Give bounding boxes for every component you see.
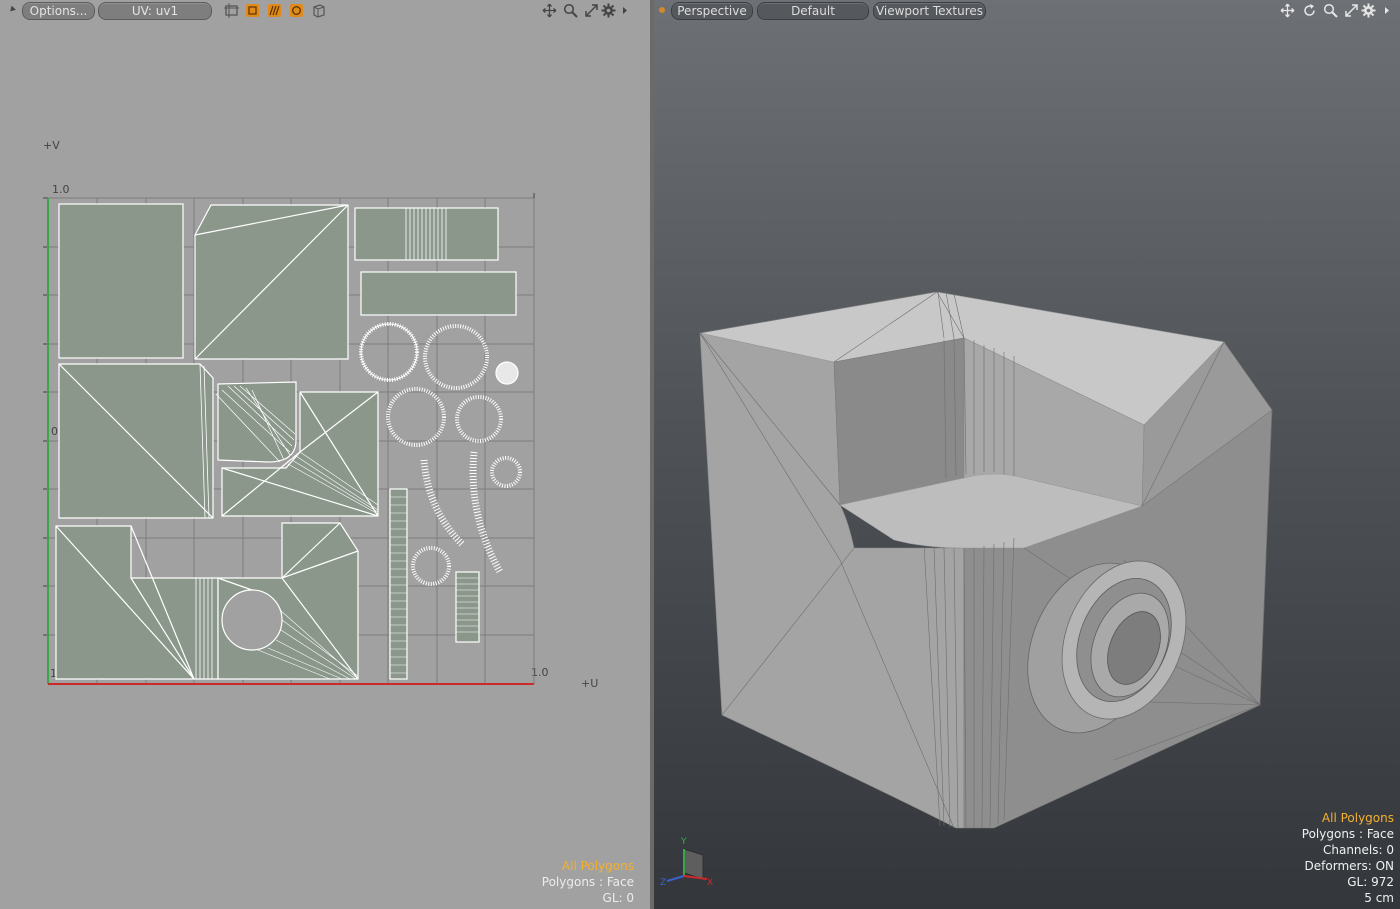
- gizmo-y-label: Y: [680, 837, 687, 847]
- deformers-text: Deformers: ON: [1304, 859, 1394, 873]
- uv-island-curve[interactable]: [215, 381, 297, 463]
- axis-gizmo: Y Z X: [659, 835, 719, 895]
- uv-island-bottom-right[interactable]: [217, 522, 359, 680]
- scale-text: 5 cm: [1364, 891, 1394, 905]
- uv-island-top-left[interactable]: [58, 203, 184, 359]
- model-mesh[interactable]: [654, 0, 1400, 909]
- uv-island-top-quad[interactable]: [194, 204, 349, 360]
- uv-island-strip-long[interactable]: [360, 271, 517, 316]
- uv-strip-short[interactable]: [455, 571, 480, 643]
- uv-strip-vertical[interactable]: [389, 488, 408, 680]
- selection-text: All Polygons: [1321, 811, 1394, 825]
- gl-text: GL: 972: [1347, 875, 1394, 889]
- uv-info-overlay: All Polygons Polygons : Face GL: 0: [542, 858, 634, 906]
- perspective-viewport[interactable]: Perspective Default Viewport Textures Y …: [654, 0, 1400, 909]
- gizmo-z-label: Z: [660, 878, 666, 888]
- uv-arc-right[interactable]: [469, 451, 504, 574]
- uv-island-mid-left[interactable]: [58, 363, 214, 519]
- uv-arc-left[interactable]: [420, 459, 465, 547]
- uv-mode-text: Polygons : Face: [541, 875, 634, 889]
- channels-text: Channels: 0: [1322, 843, 1394, 857]
- mode-text: Polygons : Face: [1301, 827, 1394, 841]
- gizmo-x-label: X: [707, 878, 713, 888]
- uv-island-strip-top[interactable]: [354, 207, 499, 261]
- uv-canvas[interactable]: [0, 0, 650, 909]
- uv-gl-text: GL: 0: [602, 891, 634, 905]
- perspective-info-overlay: All Polygons Polygons : Face Channels: 0…: [1302, 810, 1394, 906]
- uv-selection-text: All Polygons: [561, 859, 634, 873]
- uv-small-disc[interactable]: [495, 361, 519, 385]
- uv-rings[interactable]: [359, 322, 522, 586]
- uv-viewport[interactable]: Options... UV: uv1 +V 1.0 0 1 1.0 +U All…: [0, 0, 650, 909]
